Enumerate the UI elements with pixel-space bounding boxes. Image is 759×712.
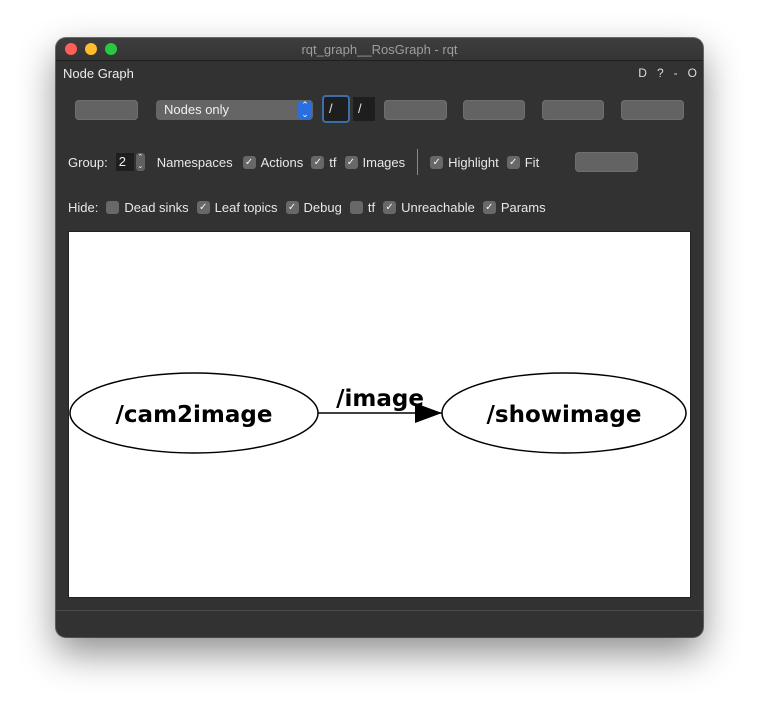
group-spinbox[interactable]: 2 — [115, 153, 134, 171]
topic-filter-input[interactable]: / — [353, 97, 375, 121]
group-label: Group: — [68, 154, 108, 170]
check-icon: ✓ — [383, 200, 397, 214]
graph-canvas[interactable]: /cam2image /image /showimage — [68, 231, 691, 598]
fit-checkbox[interactable]: ✓ Fit — [506, 154, 540, 170]
highlight-label: Highlight — [448, 154, 499, 170]
dock-title: Node Graph — [63, 66, 134, 81]
graph-mode-value: Nodes only — [164, 102, 230, 117]
save-image-button[interactable] — [621, 100, 684, 120]
unchecked-box-icon — [349, 200, 363, 214]
leaf-topics-checkbox[interactable]: ✓ Leaf topics — [196, 199, 278, 215]
tf-hide-checkbox[interactable]: tf — [349, 199, 376, 215]
unreachable-checkbox[interactable]: ✓ Unreachable — [383, 200, 475, 215]
tf-hide-label: tf — [367, 199, 376, 215]
namespaces-label: Namespaces — [156, 154, 233, 170]
divider — [417, 149, 419, 175]
node-filter-input[interactable]: / — [324, 97, 348, 121]
group-stepper-icon[interactable]: ⌃ ⌄ — [135, 153, 145, 171]
check-icon: ✓ — [482, 200, 496, 214]
debug-label: Debug — [303, 199, 342, 215]
dead-sinks-checkbox[interactable]: Dead sinks — [106, 199, 189, 215]
help-button[interactable]: ? — [657, 66, 664, 80]
debug-checkbox[interactable]: ✓ Debug — [285, 199, 342, 215]
save-svg-button[interactable] — [542, 100, 604, 120]
fit-in-view-button[interactable] — [575, 152, 638, 172]
check-icon: ✓ — [196, 200, 210, 214]
check-icon: ✓ — [242, 155, 256, 169]
fit-label: Fit — [524, 154, 540, 170]
window-title: rqt_graph__RosGraph - rqt — [301, 42, 458, 57]
actions-checkbox[interactable]: ✓ Actions — [242, 154, 304, 170]
save-dot-button[interactable] — [463, 100, 525, 120]
dock-toggle-icon[interactable]: D — [638, 66, 647, 80]
check-icon: ✓ — [285, 200, 299, 214]
tf-group-label: tf — [329, 154, 337, 170]
hide-row: Hide: Dead sinks ✓ Leaf topics ✓ Debug tf … — [68, 197, 554, 217]
actions-label: Actions — [260, 154, 304, 170]
images-label: Images — [362, 154, 406, 170]
highlight-checkbox[interactable]: ✓ Highlight — [430, 155, 499, 170]
rqt-window: rqt_graph__RosGraph - rqt Node Graph D ?… — [56, 38, 703, 637]
graph-node-label: /showimage — [487, 402, 642, 428]
graph-node-label: /cam2image — [116, 402, 273, 428]
status-separator — [56, 610, 703, 611]
check-icon: ✓ — [506, 155, 520, 169]
close-dock-button[interactable]: O — [688, 66, 697, 80]
dead-sinks-label: Dead sinks — [124, 199, 189, 215]
minimize-dock-button[interactable]: - — [674, 66, 678, 80]
check-icon: ✓ — [430, 155, 444, 169]
title-bar[interactable]: rqt_graph__RosGraph - rqt — [56, 38, 703, 61]
images-checkbox[interactable]: ✓ Images — [344, 154, 406, 170]
params-label: Params — [500, 199, 546, 215]
unchecked-box-icon — [106, 200, 120, 214]
params-checkbox[interactable]: ✓ Params — [482, 199, 546, 215]
leaf-topics-label: Leaf topics — [214, 199, 278, 215]
dock-controls: D ? - O — [638, 66, 697, 80]
graph-mode-select[interactable]: Nodes only ⌃ ⌄ — [156, 100, 313, 120]
load-dot-button[interactable] — [384, 100, 447, 120]
group-row: Group: 2 ⌃ ⌄ Namespaces ✓ Actions ✓ tf ✓ Ima… — [68, 149, 547, 175]
chevron-updown-icon: ⌃ ⌄ — [298, 101, 312, 119]
hide-label: Hide: — [68, 199, 99, 215]
unreachable-label: Unreachable — [401, 199, 475, 215]
check-icon: ✓ — [344, 155, 358, 169]
graph-edge-label: /image — [336, 386, 424, 412]
tf-group-checkbox[interactable]: ✓ tf — [311, 154, 337, 170]
check-icon: ✓ — [311, 155, 325, 169]
graph-svg: /cam2image /image /showimage — [69, 372, 687, 454]
refresh-graph-button[interactable] — [75, 100, 138, 120]
